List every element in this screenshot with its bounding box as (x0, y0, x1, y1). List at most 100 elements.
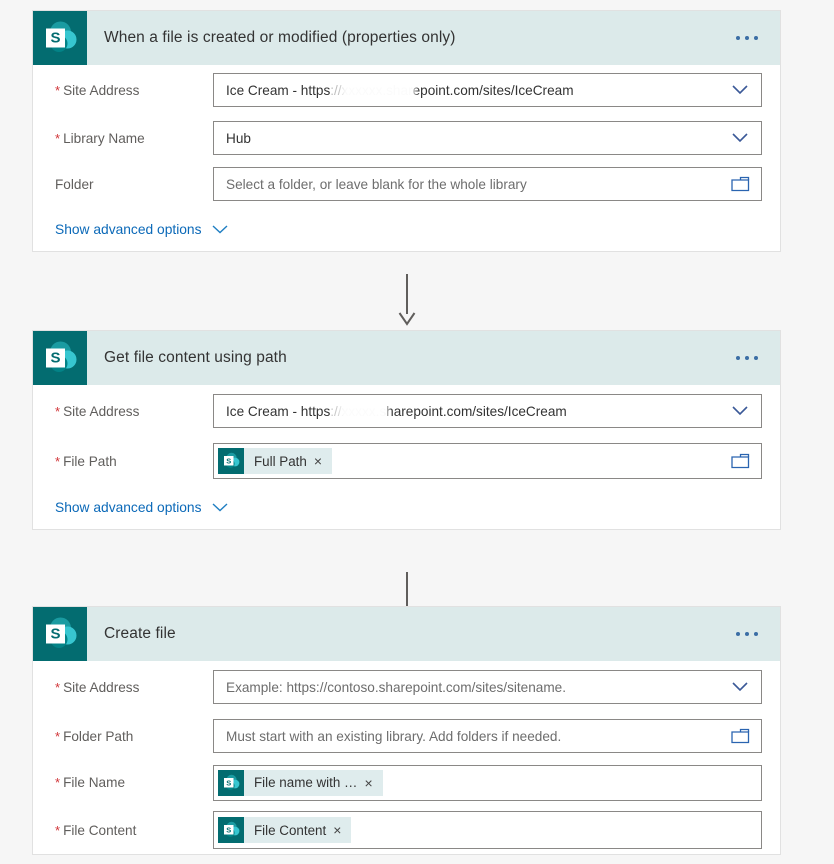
dot (754, 356, 758, 360)
field-row-file-path: * File Path S Full Path × (33, 437, 780, 485)
folder-icon[interactable] (729, 450, 751, 472)
card-title: Create file (104, 625, 176, 642)
dynamic-content-token[interactable]: S Full Path × (218, 448, 333, 474)
required-asterisk: * (55, 822, 61, 838)
dot (736, 632, 740, 636)
token-label: File Content (254, 822, 327, 838)
chevron-down-icon[interactable] (729, 400, 751, 422)
svg-text:S: S (226, 456, 231, 465)
action-card-trigger[interactable]: S When a file is created or modified (pr… (32, 10, 781, 252)
chevron-down-icon[interactable] (729, 79, 751, 101)
connector-arrow-1 (398, 274, 416, 326)
label-text: File Content (63, 822, 137, 838)
label-text: Folder (55, 176, 94, 192)
label-text: Folder Path (63, 728, 134, 744)
field-label: * File Path (55, 454, 213, 469)
folder-input[interactable]: Select a folder, or leave blank for the … (213, 167, 762, 201)
dot (754, 632, 758, 636)
label-text: Site Address (63, 82, 140, 98)
chevron-down-icon[interactable] (212, 224, 228, 234)
required-asterisk: * (55, 403, 61, 419)
card-header[interactable]: S Create file (33, 607, 780, 661)
card-body: * Site Address Ice Cream - https://xxxxx… (33, 65, 780, 251)
file-content-input[interactable]: S File Content × (213, 811, 762, 849)
svg-text:S: S (226, 778, 231, 787)
ellipsis-menu-button[interactable] (732, 30, 762, 46)
folder-icon[interactable] (729, 173, 751, 195)
required-asterisk: * (55, 728, 61, 744)
dynamic-content-token[interactable]: S File name with … × (218, 769, 383, 796)
label-text: Site Address (63, 679, 140, 695)
show-advanced-options-link[interactable]: Show advanced options (55, 222, 202, 237)
url-suffix: harepoint.com/sites/IceCream (386, 403, 567, 419)
chevron-down-icon[interactable] (212, 502, 228, 512)
field-label: Folder (55, 177, 213, 192)
action-card-get-file-content[interactable]: S Get file content using path * Site Add… (32, 330, 781, 530)
card-title: Get file content using path (104, 349, 287, 366)
required-asterisk: * (55, 82, 61, 98)
library-name-input[interactable]: Hub (213, 121, 762, 155)
field-row-folder-path: * Folder Path Must start with an existin… (33, 713, 780, 759)
url-prefix: Ice Cream - https (226, 82, 331, 98)
svg-text:S: S (50, 350, 60, 367)
site-address-input[interactable]: Example: https://contoso.sharepoint.com/… (213, 670, 762, 704)
chevron-down-icon[interactable] (729, 127, 751, 149)
field-label: * Site Address (55, 404, 213, 419)
folder-placeholder: Select a folder, or leave blank for the … (226, 176, 527, 192)
field-label: * Site Address (55, 680, 213, 695)
svg-text:S: S (50, 30, 60, 47)
field-label: * File Content (55, 823, 213, 838)
dynamic-content-token[interactable]: S File Content × (218, 817, 352, 843)
dot (745, 632, 749, 636)
token-label: File name with … (254, 775, 358, 790)
field-row-file-content: * File Content S File Content × (33, 806, 780, 854)
sharepoint-icon: S (218, 448, 244, 474)
ellipsis-menu-button[interactable] (732, 626, 762, 642)
show-advanced-options-link[interactable]: Show advanced options (55, 500, 202, 515)
sharepoint-icon: S (218, 769, 244, 796)
field-label: * Folder Path (55, 729, 213, 744)
card-body: * Site Address Ice Cream - https://xxxxx… (33, 385, 780, 529)
sharepoint-icon: S (218, 817, 244, 843)
required-asterisk: * (55, 130, 61, 146)
dot (754, 36, 758, 40)
close-icon[interactable]: × (314, 454, 332, 468)
svg-text:S: S (50, 626, 60, 643)
field-row-site-address: * Site Address Example: https://contoso.… (33, 661, 780, 713)
folder-icon[interactable] (729, 725, 751, 747)
field-row-library-name: * Library Name Hub (33, 115, 780, 161)
token-label: Full Path (254, 453, 307, 469)
required-asterisk: * (55, 775, 61, 790)
label-text: File Name (63, 775, 126, 790)
site-address-value: Ice Cream - https://xxxxxx.sharepoint.co… (214, 82, 574, 98)
sharepoint-icon: S (33, 331, 87, 385)
site-address-input[interactable]: Ice Cream - https://xxxxxx.sharepoint.co… (213, 73, 762, 107)
required-asterisk: * (55, 679, 61, 695)
url-suffix: epoint.com/sites/IceCream (412, 82, 574, 98)
dot (745, 36, 749, 40)
folder-path-input[interactable]: Must start with an existing library. Add… (213, 719, 762, 753)
label-text: Library Name (63, 130, 145, 146)
show-advanced-options-row: Show advanced options (33, 485, 780, 529)
card-header[interactable]: S When a file is created or modified (pr… (33, 11, 780, 65)
close-icon[interactable]: × (333, 823, 351, 837)
field-row-file-name: * File Name S File name with … × (33, 759, 780, 806)
required-asterisk: * (55, 453, 61, 469)
action-card-create-file[interactable]: S Create file * Site Address Example: ht… (32, 606, 781, 855)
field-row-folder: Folder Select a folder, or leave blank f… (33, 161, 780, 207)
url-prefix: Ice Cream - https (226, 403, 331, 419)
ellipsis-menu-button[interactable] (732, 350, 762, 366)
chevron-down-icon[interactable] (729, 676, 751, 698)
field-label: * Site Address (55, 83, 213, 98)
site-address-value: Ice Cream - https://xxxxx.sharepoint.com… (214, 403, 567, 419)
folder-path-placeholder: Must start with an existing library. Add… (226, 728, 562, 744)
file-name-input[interactable]: S File name with … × (213, 764, 762, 801)
svg-text:S: S (226, 825, 231, 834)
card-header[interactable]: S Get file content using path (33, 331, 780, 385)
field-row-site-address: * Site Address Ice Cream - https://xxxxx… (33, 385, 780, 437)
site-address-input[interactable]: Ice Cream - https://xxxxx.sharepoint.com… (213, 394, 762, 428)
file-path-input[interactable]: S Full Path × (213, 443, 762, 479)
close-icon[interactable]: × (364, 776, 382, 790)
sharepoint-icon: S (33, 607, 87, 661)
sharepoint-icon: S (33, 11, 87, 65)
